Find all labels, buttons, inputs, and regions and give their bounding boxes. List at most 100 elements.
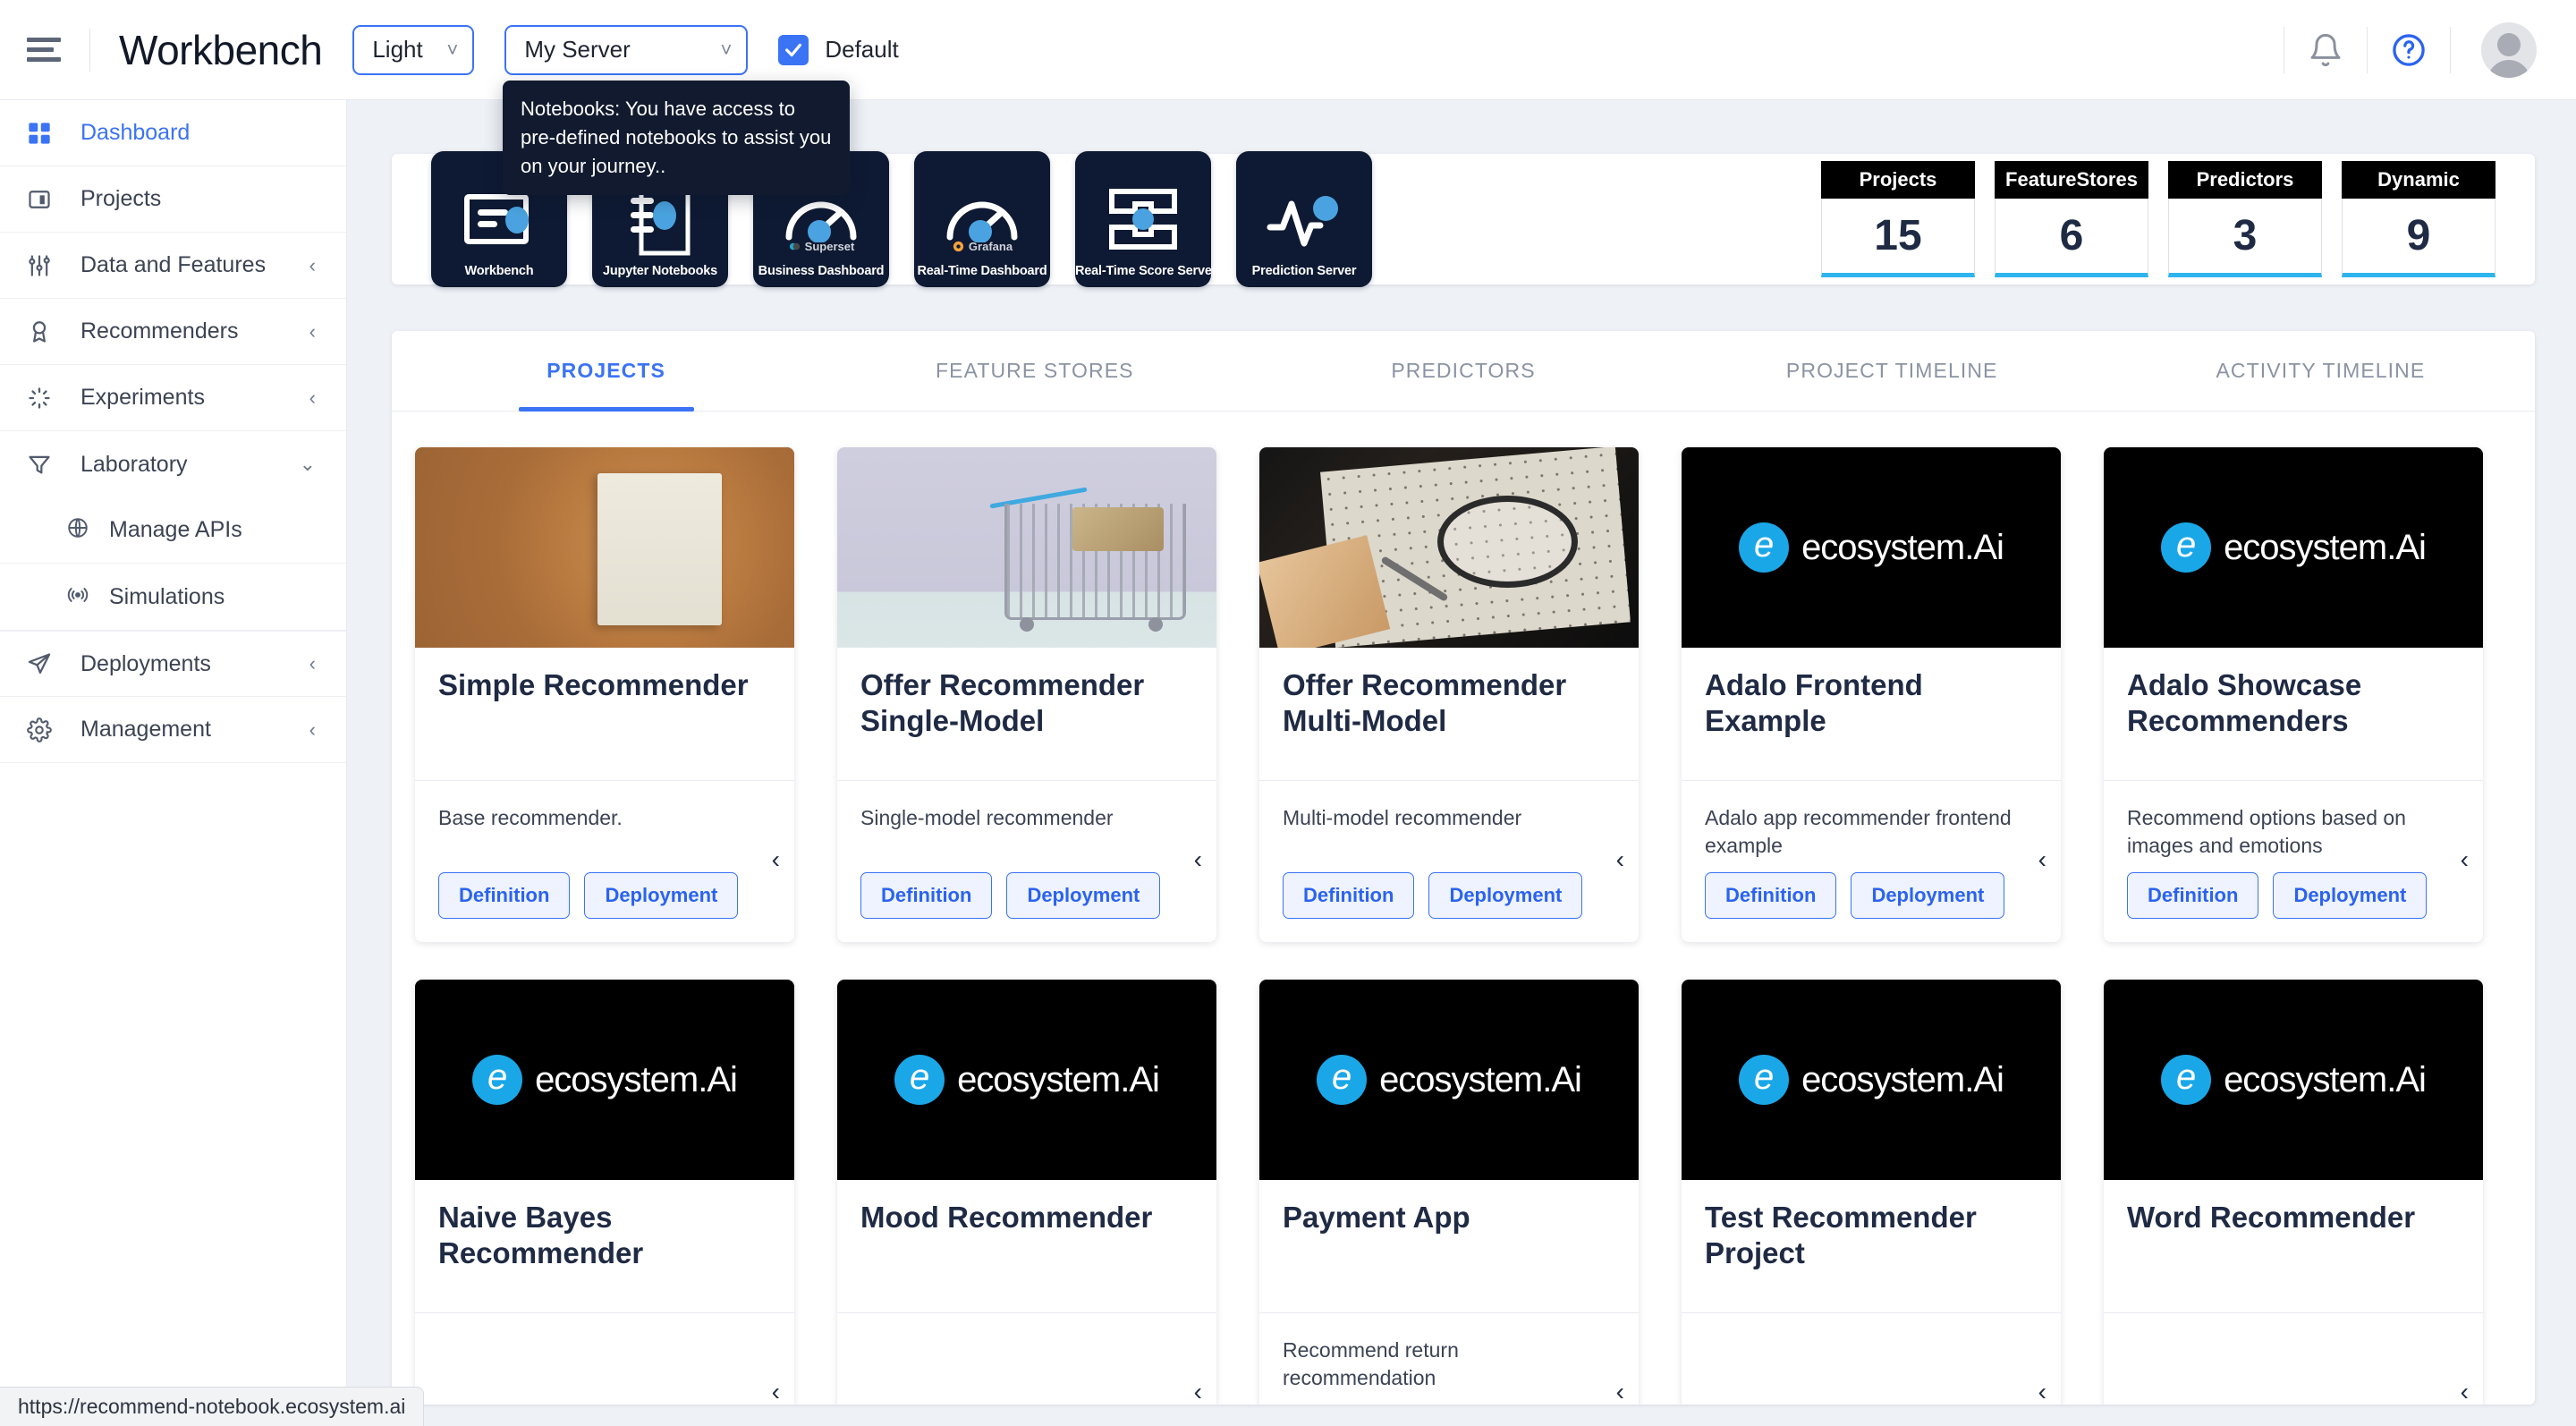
sidebar-item-laboratory[interactable]: Laboratory ⌄ [0,431,346,497]
bell-icon[interactable] [2284,9,2367,91]
server-select[interactable]: My Server ˅ [504,24,749,75]
deployment-button[interactable]: Deployment [584,872,739,919]
sidebar-item-label: Projects [80,186,162,211]
project-card[interactable]: e ecosystem.Ai Adalo Frontend Example Ad… [1682,447,2061,943]
avatar[interactable] [2481,21,2537,78]
carousel-prev-icon[interactable]: ‹ [1194,1379,1202,1405]
stat-card-projects[interactable]: Projects 15 [1821,161,1975,277]
definition-button[interactable]: Definition [860,872,993,919]
project-card[interactable]: Simple Recommender Base recommender. ‹ D… [415,447,794,943]
pulse-icon [1267,180,1342,259]
ecosystem-mark-icon: e [1739,1055,1790,1106]
tile-real-time-score-server[interactable]: Real-Time Score Server [1075,151,1217,287]
sidebar-item-manage-apis[interactable]: Manage APIs [0,497,346,564]
broadcast-icon [66,583,89,611]
deployment-button[interactable]: Deployment [1428,872,1583,919]
card-actions: Definition Deployment [438,872,771,919]
globe-icon [66,516,89,544]
deployment-button[interactable]: Deployment [1851,872,2005,920]
sidebar-item-projects[interactable]: Projects [0,166,346,233]
card-image-ecosystem-logo: e ecosystem.Ai [2104,980,2483,1181]
theme-select[interactable]: Light ˅ [352,24,475,75]
project-card[interactable]: Offer Recommender Multi-Model Multi-mode… [1259,447,1639,943]
sidebar-item-management[interactable]: Management ‹ [0,697,346,763]
sidebar: Dashboard Projects Data and Features ‹ R… [0,100,347,1426]
card-description [1705,1337,2038,1392]
card-description [438,1337,771,1392]
definition-button[interactable]: Definition [2127,872,2259,920]
tab-predictors[interactable]: PREDICTORS [1249,331,1677,411]
sidebar-item-data-and-features[interactable]: Data and Features ‹ [0,233,346,299]
stat-card-featurestores[interactable]: FeatureStores 6 [1995,161,2148,277]
server-select-value: My Server [524,36,631,63]
card-title: Word Recommender [2127,1201,2416,1235]
chevron-down-icon: ˅ [720,38,733,61]
stat-label: Predictors [2168,161,2322,199]
carousel-prev-icon[interactable]: ‹ [1616,1379,1624,1405]
carousel-prev-icon[interactable]: ‹ [2038,847,2046,872]
carousel-prev-icon[interactable]: ‹ [2461,1379,2469,1405]
card-description: Recommend options based on images and em… [2127,806,2406,858]
default-checkbox[interactable] [778,34,809,65]
sidebar-item-label: Laboratory [80,451,188,477]
tile-label: Real-Time Score Server [1075,264,1217,278]
card-description: Adalo app recommender frontend example [1705,806,2012,858]
tab-feature-stores[interactable]: FEATURE STORES [820,331,1249,411]
project-card[interactable]: e ecosystem.Ai Test Recommender Project … [1682,980,2061,1405]
help-circle-icon[interactable] [2368,9,2450,91]
project-card[interactable]: e ecosystem.Ai Word Recommender ‹ Defini… [2104,980,2483,1405]
card-description: Multi-model recommender [1283,806,1522,829]
sidebar-item-simulations[interactable]: Simulations [0,564,346,630]
definition-button[interactable]: Definition [438,872,571,919]
project-card[interactable]: e ecosystem.Ai Mood Recommender ‹ Defini… [837,980,1216,1405]
send-icon [27,651,63,676]
deployment-button[interactable]: Deployment [2273,872,2428,920]
project-card[interactable]: e ecosystem.Ai Naive Bayes Recommender ‹… [415,980,794,1405]
sidebar-item-deployments[interactable]: Deployments ‹ [0,631,346,697]
ecosystem-wordmark: ecosystem.Ai [1379,1059,1582,1099]
cart-goods [1072,507,1164,552]
definition-button[interactable]: Definition [1705,872,1837,920]
stat-card-predictors[interactable]: Predictors 3 [2168,161,2322,277]
sidebar-item-recommenders[interactable]: Recommenders ‹ [0,299,346,365]
definition-button[interactable]: Definition [1283,872,1415,919]
project-card[interactable]: e ecosystem.Ai Adalo Showcase Recommende… [2104,447,2483,943]
page-title: Workbench [119,26,323,73]
card-image-documents [1259,447,1639,648]
tile-prediction-server[interactable]: Prediction Server [1236,151,1372,287]
carousel-prev-icon[interactable]: ‹ [2038,1379,2046,1405]
carousel-prev-icon[interactable]: ‹ [772,847,780,872]
card-title: Naive Bayes Recommender [438,1201,644,1269]
card-body: ‹ Definition Deployment [837,1313,1216,1405]
ecosystem-mark-icon: e [1739,522,1790,573]
app-header: Workbench Light ˅ My Server ˅ Default [0,0,2576,100]
chevron-left-icon: ‹ [309,652,316,675]
brand-label: Grafana [968,240,1013,253]
tile-real-time-dashboard[interactable]: Grafana Real-Time Dashboard [914,151,1050,287]
sidebar-item-dashboard[interactable]: Dashboard [0,100,346,166]
deployment-button[interactable]: Deployment [1006,872,1161,919]
sidebar-item-label: Recommenders [80,318,239,344]
tab-activity-timeline[interactable]: ACTIVITY TIMELINE [2106,331,2535,411]
project-card[interactable]: Offer Recommender Single-Model Single-mo… [837,447,1216,943]
hamburger-icon[interactable] [27,34,68,66]
ecosystem-wordmark: ecosystem.Ai [535,1059,738,1099]
carousel-prev-icon[interactable]: ‹ [772,1379,780,1405]
card-description: Base recommender. [438,806,623,829]
carousel-prev-icon[interactable]: ‹ [1616,847,1624,872]
sidebar-item-experiments[interactable]: Experiments ‹ [0,365,346,431]
card-title: Adalo Showcase Recommenders [2127,668,2362,737]
carousel-prev-icon[interactable]: ‹ [1194,847,1202,872]
card-actions: Definition Deployment [1283,872,1615,919]
tab-projects[interactable]: PROJECTS [392,331,820,411]
tab-project-timeline[interactable]: PROJECT TIMELINE [1678,331,2106,411]
ecosystem-wordmark: ecosystem.Ai [1801,527,2004,567]
card-image-ecosystem-logo: e ecosystem.Ai [1682,980,2061,1181]
sidebar-item-label: Deployments [80,650,211,676]
stat-card-dynamic[interactable]: Dynamic 9 [2342,161,2496,277]
carousel-prev-icon[interactable]: ‹ [2461,847,2469,872]
card-title: Offer Recommender Single-Model [860,668,1145,737]
project-card[interactable]: e ecosystem.Ai Payment App Recommend ret… [1259,980,1639,1405]
ecosystem-mark-icon: e [2161,522,2212,573]
theme-select-value: Light [372,36,423,63]
